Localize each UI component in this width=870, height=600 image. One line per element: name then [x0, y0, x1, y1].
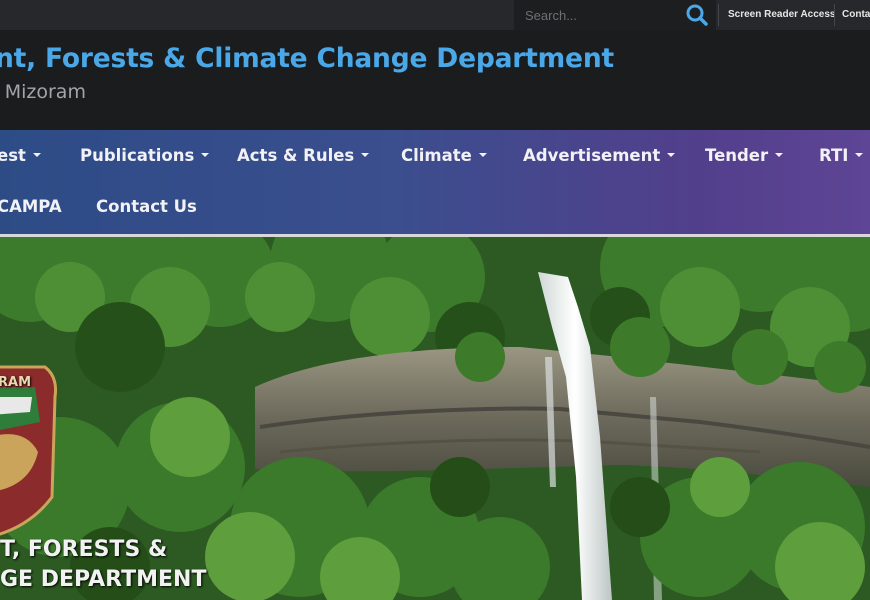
caret-down-icon [361, 152, 370, 157]
search-button[interactable] [682, 2, 712, 28]
nav-item-contact-us[interactable]: Contact Us [96, 197, 197, 216]
caret-down-icon [32, 152, 41, 157]
divider [834, 4, 835, 26]
hero-caption-line2: GE DEPARTMENT [0, 567, 207, 592]
contact-link[interactable]: Contac [842, 9, 870, 20]
caret-down-icon [667, 152, 676, 157]
nav-label: RTI [819, 146, 849, 165]
nav-label: Advertisement [523, 146, 661, 165]
nav-label: Publications [80, 146, 195, 165]
search-icon [686, 4, 708, 26]
nav-item-forest[interactable]: est [0, 146, 41, 165]
nav-label: Tender [705, 146, 769, 165]
screen-reader-access-link[interactable]: Screen Reader Access [728, 9, 835, 20]
department-subtitle: f Mizoram [0, 81, 86, 103]
nav-item-climate[interactable]: Climate [401, 146, 487, 165]
caret-down-icon [855, 152, 864, 157]
hero-caption-line1: T, FORESTS & [0, 537, 168, 562]
emblem-label: RAM [0, 375, 32, 390]
department-title[interactable]: nt, Forests & Climate Change Department [0, 43, 614, 74]
caret-down-icon [201, 152, 210, 157]
nav-label: Climate [401, 146, 472, 165]
divider [718, 4, 719, 26]
search-input[interactable] [514, 0, 684, 30]
hero-banner: RAM T, FORESTS & GE DEPARTMENT [0, 237, 870, 600]
main-nav: est Publications Acts & Rules Climate Ad… [0, 130, 870, 234]
nav-item-rti[interactable]: RTI [819, 146, 864, 165]
caret-down-icon [478, 152, 487, 157]
nav-item-acts-rules[interactable]: Acts & Rules [237, 146, 370, 165]
nav-label: est [0, 146, 26, 165]
nav-item-tender[interactable]: Tender [705, 146, 784, 165]
nav-item-advertisement[interactable]: Advertisement [523, 146, 676, 165]
nav-label: Acts & Rules [237, 146, 355, 165]
caret-down-icon [775, 152, 784, 157]
nav-item-publications[interactable]: Publications [80, 146, 210, 165]
nav-item-campa[interactable]: CAMPA [0, 197, 62, 216]
site-header: nt, Forests & Climate Change Department … [0, 30, 870, 130]
top-utility-bar: Screen Reader Access Contac [0, 0, 870, 30]
